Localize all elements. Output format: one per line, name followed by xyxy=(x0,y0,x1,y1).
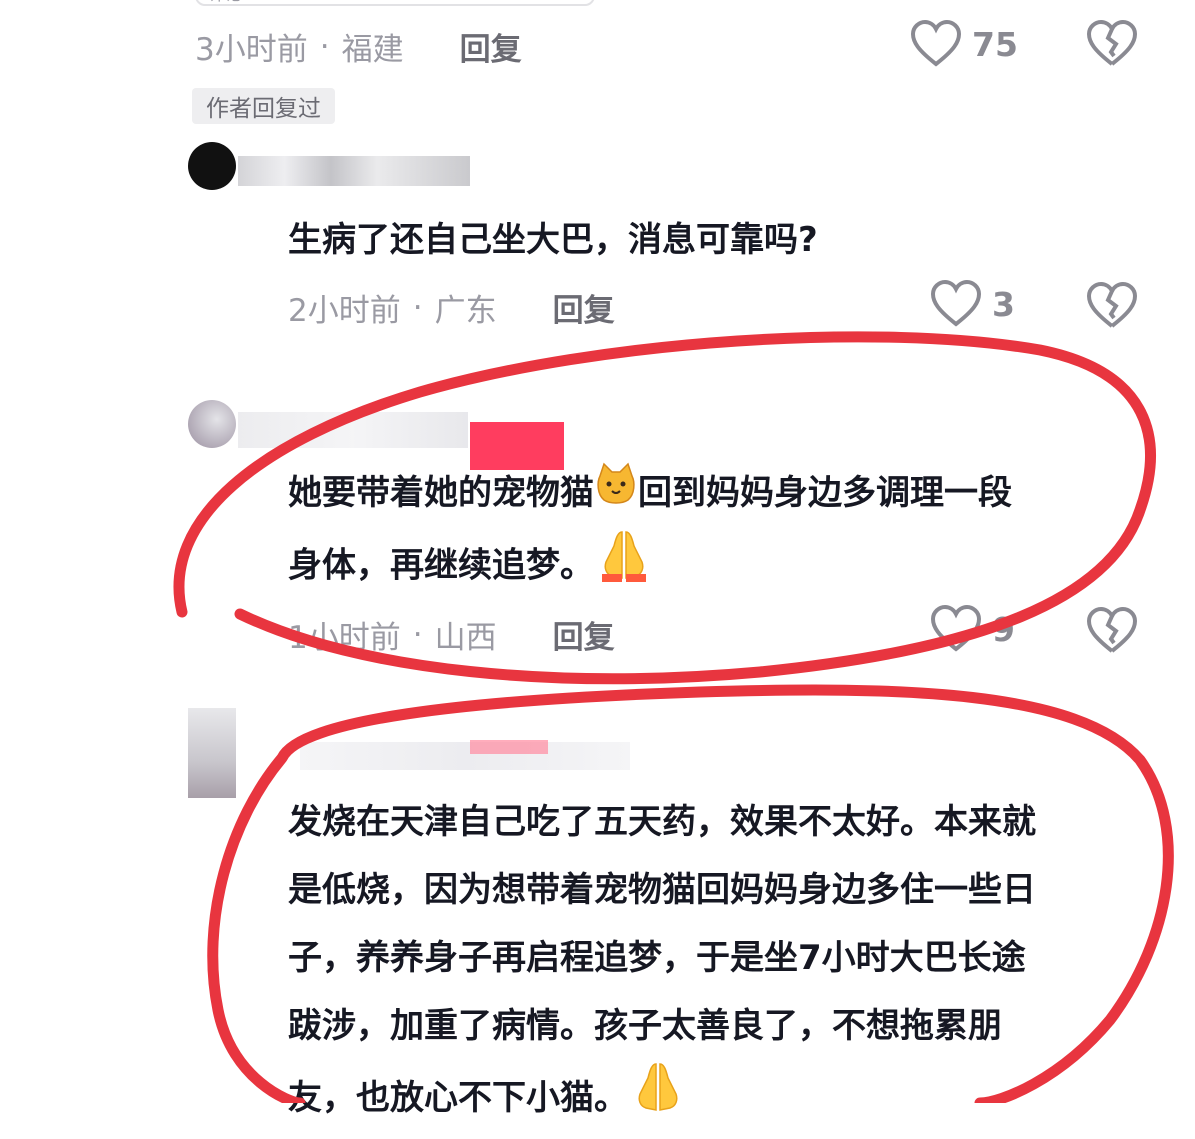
comment-time: 2小时前 xyxy=(288,293,401,329)
comment-text-line: 子，养养身子再启程追梦，于是坐7小时大巴长途 xyxy=(288,938,1026,978)
comment-time: 1小时前 xyxy=(288,620,401,656)
comment-text-line: 发烧在天津自己吃了五天药，效果不太好。本来就 xyxy=(288,802,1036,842)
comment-text: 她要带着她的宠物猫 回到妈妈身边多调理一段 身体，再继续追梦。 xyxy=(288,460,1012,606)
reply-button[interactable]: 回复 xyxy=(460,24,522,69)
avatar[interactable] xyxy=(188,142,236,190)
avatar[interactable] xyxy=(188,708,236,798)
comment-text: 生病了还自己坐大巴，消息可靠吗? xyxy=(288,220,818,260)
cat-face-emoji xyxy=(594,462,638,528)
folded-hands-emoji xyxy=(628,1060,688,1139)
reply-button[interactable]: 回复 xyxy=(553,285,615,330)
comment-text-line: 是低烧，因为想带着宠物猫回妈妈身边多住一些日 xyxy=(288,870,1036,910)
like-count: 9 xyxy=(992,609,1015,649)
broken-heart-icon[interactable] xyxy=(1086,20,1138,68)
heart-outline-icon xyxy=(930,280,982,327)
like-button[interactable]: 9 xyxy=(930,605,1015,653)
like-count: 3 xyxy=(992,284,1015,324)
reply-button[interactable]: 回复 xyxy=(553,612,615,657)
comment-text-line: 跋涉，加重了病情。孩子太善良了，不想拖累朋 xyxy=(288,1006,1002,1046)
blurred-badge xyxy=(470,740,548,754)
broken-heart-icon[interactable] xyxy=(1086,607,1138,655)
folded-hands-emoji xyxy=(594,528,654,606)
top-cropped-fragment: 评论 xyxy=(195,0,595,6)
comment-location: 山西 xyxy=(434,620,497,656)
comment-location: 福建 xyxy=(341,32,404,68)
heart-outline-icon xyxy=(910,20,962,67)
blurred-username xyxy=(300,742,630,770)
blurred-username xyxy=(238,156,470,186)
blurred-username xyxy=(238,412,468,448)
comment-meta: 1小时前 · 山西 回复 xyxy=(288,612,615,657)
comment-meta: 3小时前 · 福建 回复 xyxy=(195,24,522,69)
broken-heart-icon[interactable] xyxy=(1086,282,1138,330)
comment-location: 广东 xyxy=(434,293,497,329)
like-count: 75 xyxy=(972,24,1018,64)
author-replied-tag: 作者回复过 xyxy=(192,88,335,124)
comment-text-line: 友，也放心不下小猫。 xyxy=(288,1078,628,1118)
like-button[interactable]: 75 xyxy=(910,20,1018,68)
comment-text: 发烧在天津自己吃了五天药，效果不太好。本来就 是低烧，因为想带着宠物猫回妈妈身边… xyxy=(288,788,1036,1139)
avatar[interactable] xyxy=(188,400,236,448)
heart-outline-icon xyxy=(930,605,982,652)
like-button[interactable]: 3 xyxy=(930,280,1015,328)
comment-meta: 2小时前 · 广东 回复 xyxy=(288,285,615,330)
comment-time: 3小时前 xyxy=(195,32,308,68)
